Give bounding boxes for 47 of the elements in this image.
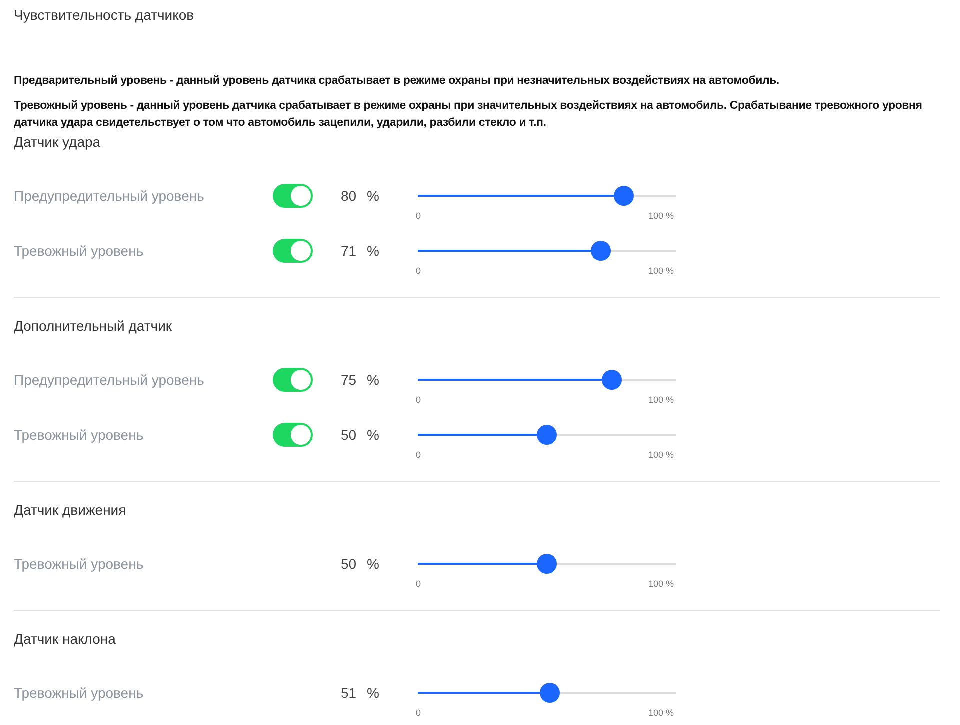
slider-min-label: 0	[416, 579, 422, 589]
slider-min-label: 0	[416, 211, 422, 221]
section-title: Датчик наклона	[14, 630, 117, 649]
percent-unit: %	[367, 556, 380, 572]
level-value: 51	[341, 685, 358, 701]
slider-thumb[interactable]	[602, 370, 622, 390]
description-text: Предварительный уровень - данный уровень датчика срабатывает в режиме охраны при незначительных воздействиях на автомобиль.	[14, 74, 780, 89]
level-value: 71	[341, 243, 358, 259]
slider-max-label: 100 %	[648, 708, 674, 718]
level-label: Тревожный уровень	[14, 685, 145, 701]
level-value: 50	[341, 427, 358, 443]
slider-min-label: 0	[416, 708, 422, 718]
slider-min-label: 0	[416, 395, 422, 405]
slider-min-label: 0	[416, 450, 422, 460]
percent-unit: %	[367, 685, 380, 701]
slider-thumb[interactable]	[540, 683, 560, 703]
slider-thumb[interactable]	[591, 241, 612, 261]
toggle-switch[interactable]	[273, 184, 313, 208]
slider-max-label: 100 %	[648, 395, 674, 405]
level-label: Предупредительный уровень	[14, 372, 206, 388]
slider-thumb[interactable]	[614, 186, 634, 206]
percent-unit: %	[367, 427, 380, 443]
section-title: Датчик удара	[14, 133, 102, 152]
slider-max-label: 100 %	[648, 579, 674, 589]
slider-max-label: 100 %	[648, 266, 674, 276]
level-value: 50	[341, 556, 358, 572]
level-value: 80	[341, 188, 358, 204]
percent-unit: %	[367, 372, 380, 388]
slider-min-label: 0	[416, 266, 422, 276]
section-title: Дополнительный датчик	[14, 317, 174, 336]
percent-unit: %	[367, 188, 380, 204]
slider-max-label: 100 %	[648, 450, 674, 460]
toggle-switch[interactable]	[273, 368, 313, 392]
level-value: 75	[341, 372, 358, 388]
level-label: Тревожный уровень	[14, 243, 145, 259]
percent-unit: %	[367, 243, 380, 259]
level-label: Предупредительный уровень	[14, 188, 206, 204]
toggle-switch[interactable]	[273, 239, 313, 263]
page-title: Чувствительность датчиков	[14, 6, 196, 25]
toggle-switch[interactable]	[273, 423, 313, 447]
slider-max-label: 100 %	[648, 211, 674, 221]
slider-thumb[interactable]	[537, 554, 557, 574]
section-title: Датчик движения	[14, 501, 128, 520]
description-text: Тревожный уровень - данный уровень датчика срабатывает в режиме охраны при значительных воздействиях на автомобиль. Срабатывание тревожного уровня датчика удара свидетельствует о том что автомобиль зацепили, ударили, разбили стекло и т.п.	[14, 99, 924, 131]
slider-thumb[interactable]	[537, 425, 557, 445]
level-label: Тревожный уровень	[14, 556, 145, 572]
level-label: Тревожный уровень	[14, 427, 145, 443]
